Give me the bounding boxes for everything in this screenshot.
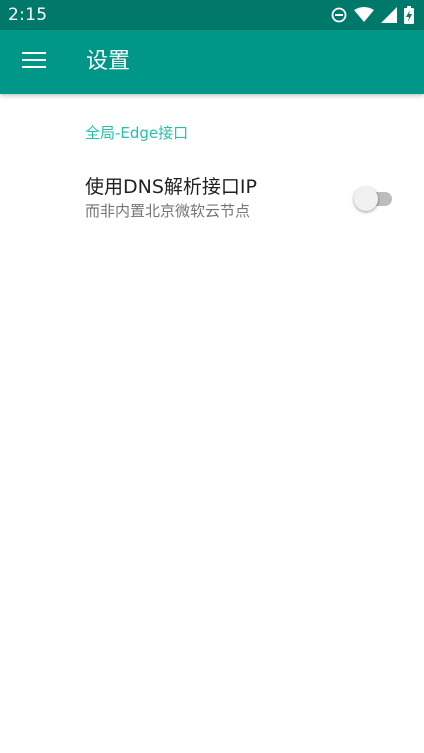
signal-icon (381, 7, 397, 23)
do-not-disturb-icon (331, 7, 347, 23)
app-bar: 设置 (0, 30, 424, 94)
preference-category-title: 全局-Edge接口 (85, 124, 189, 142)
dns-resolve-switch[interactable] (354, 186, 394, 212)
status-time: 2:15 (8, 5, 48, 25)
status-bar: 2:15 (0, 0, 424, 30)
wifi-icon (354, 7, 374, 23)
preference-title: 使用DNS解析接口IP (85, 176, 257, 198)
page-title: 设置 (86, 49, 131, 74)
hamburger-menu-icon (22, 51, 46, 73)
preference-dns-resolve-ip[interactable]: 使用DNS解析接口IP 而非内置北京微软云节点 (0, 164, 424, 234)
status-icons (331, 5, 414, 25)
battery-charging-icon (404, 6, 414, 24)
menu-button[interactable] (14, 42, 54, 82)
preference-summary: 而非内置北京微软云节点 (85, 202, 251, 220)
settings-screen: 2:15 设置 全局-Edge接口 使用DNS解析接口IP 而非内置北京微软云节… (0, 0, 424, 753)
switch-thumb (354, 187, 378, 211)
